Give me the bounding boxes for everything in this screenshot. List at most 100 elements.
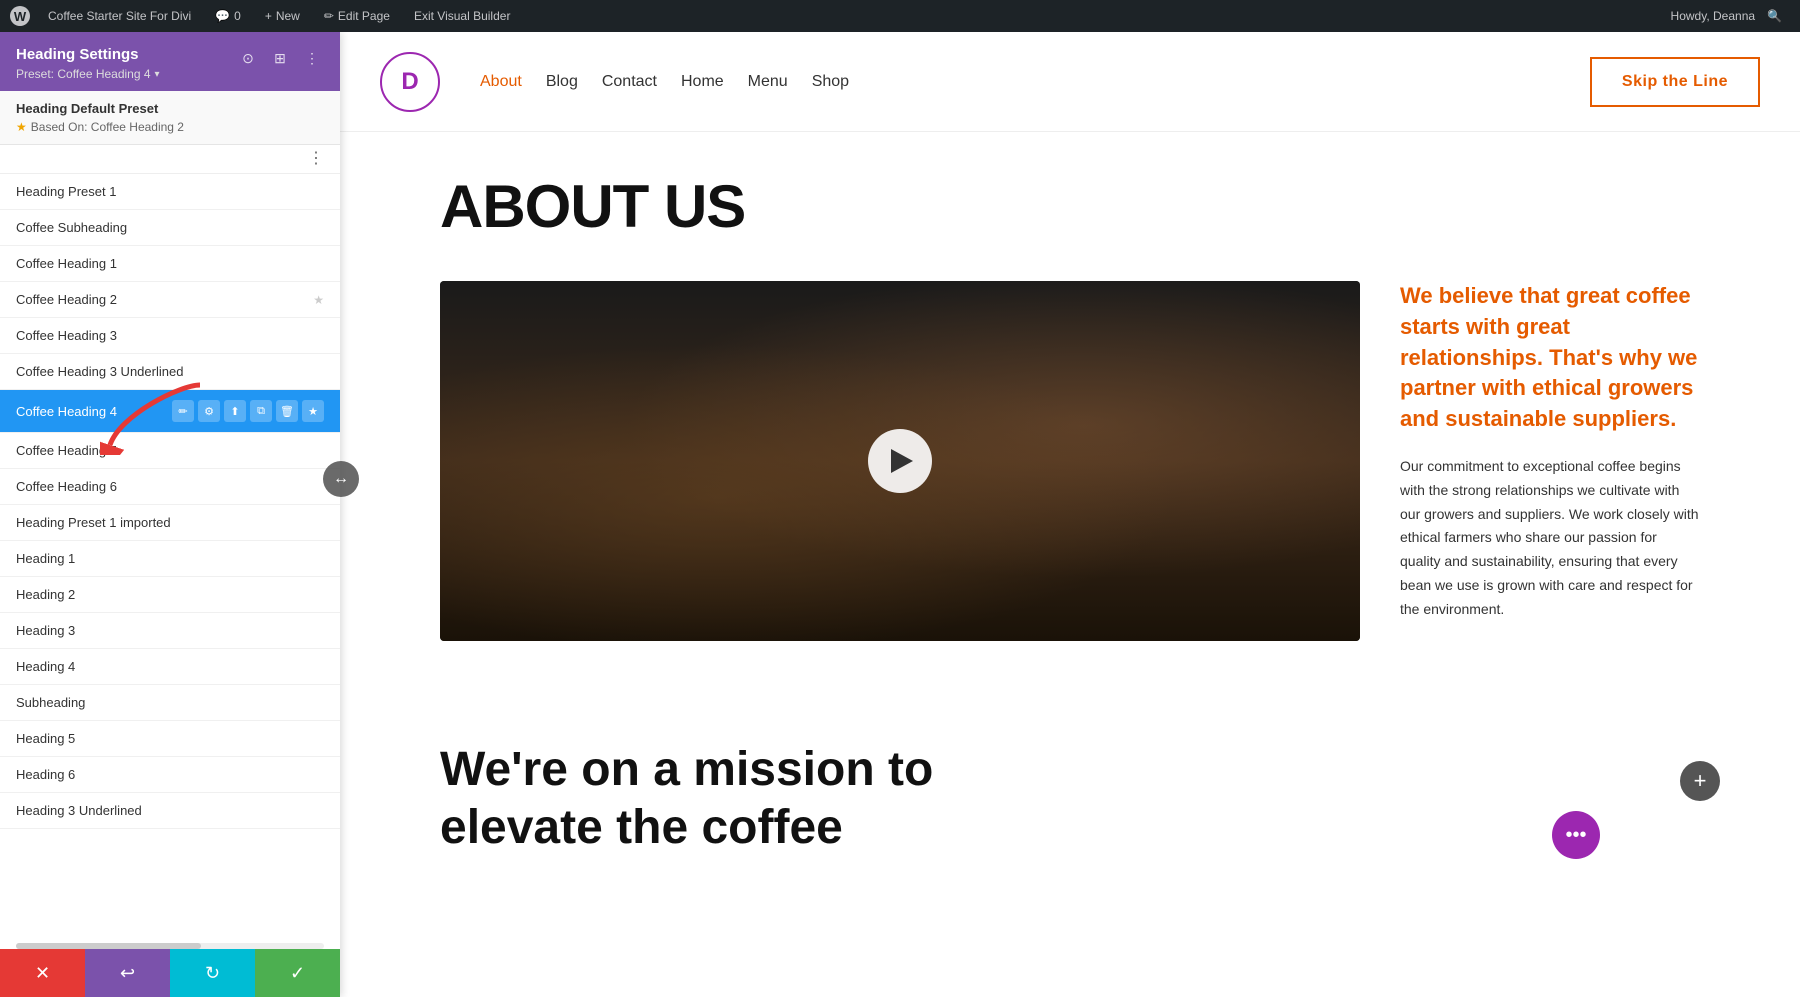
preset-item-heading-3[interactable]: Heading 3 <box>0 613 340 649</box>
preset-item-coffee-heading-3-underlined[interactable]: Coffee Heading 3 Underlined <box>0 354 340 390</box>
preset-item-heading-preset-1[interactable]: Heading Preset 1 <box>0 174 340 210</box>
more-actions-button[interactable]: ••• <box>1552 811 1600 859</box>
sidebar-title: Heading Settings <box>16 46 160 63</box>
preset-label-heading-5: Heading 5 <box>16 731 324 746</box>
sidebar-panel: Heading Settings Preset: Coffee Heading … <box>0 32 340 997</box>
page-content: ABOUT US We believe that great coffee st… <box>340 132 1800 741</box>
nav-home[interactable]: Home <box>681 73 724 91</box>
preset-item-subheading[interactable]: Subheading <box>0 685 340 721</box>
preset-label-coffee-heading-3: Coffee Heading 3 <box>16 328 324 343</box>
body-text: Our commitment to exceptional coffee beg… <box>1400 455 1700 622</box>
bottom-section: We're on a mission to elevate the coffee… <box>340 741 1800 896</box>
preset-label-coffee-heading-1: Coffee Heading 1 <box>16 256 324 271</box>
admin-exit-builder[interactable]: Exit Visual Builder <box>408 0 517 32</box>
wp-logo-icon[interactable]: W <box>10 6 30 26</box>
logo-letter: D <box>401 68 418 96</box>
video-container[interactable] <box>440 281 1360 641</box>
site-header: D About Blog Contact Home Menu Shop Skip… <box>340 32 1800 132</box>
admin-comments[interactable]: 💬 0 <box>209 0 247 32</box>
preset-label-coffee-heading-6: Coffee Heading 6 <box>16 479 324 494</box>
sidebar-header-left: Heading Settings Preset: Coffee Heading … <box>16 46 160 81</box>
nav-about[interactable]: About <box>480 73 522 91</box>
star-icon: ★ <box>16 120 27 134</box>
star-preset-btn[interactable]: ★ <box>302 400 324 422</box>
preset-label-text: Preset: Coffee Heading 4 <box>16 67 151 81</box>
sidebar-header-icons: ⊙ ⊞ ⋮ <box>236 46 324 70</box>
nav-contact[interactable]: Contact <box>602 73 657 91</box>
preset-label-coffee-heading-5: Coffee Heading 5 <box>16 443 324 458</box>
save-button[interactable]: ✓ <box>255 949 340 997</box>
redo-button[interactable]: ↻ <box>170 949 255 997</box>
admin-site-name[interactable]: Coffee Starter Site For Divi <box>42 0 197 32</box>
main-content: D About Blog Contact Home Menu Shop Skip… <box>340 32 1800 997</box>
settings-preset-btn[interactable]: ⚙ <box>198 400 220 422</box>
preset-label-heading-4: Heading 4 <box>16 659 324 674</box>
preset-item-heading-6[interactable]: Heading 6 <box>0 757 340 793</box>
mission-heading-line2: elevate the coffee <box>440 801 843 854</box>
skip-the-line-button[interactable]: Skip the Line <box>1590 57 1760 107</box>
preset-item-coffee-heading-4[interactable]: Coffee Heading 4✏⚙⬆⧉🗑★ <box>0 390 340 433</box>
preset-item-heading-4[interactable]: Heading 4 <box>0 649 340 685</box>
export-preset-btn[interactable]: ⬆ <box>224 400 246 422</box>
admin-new[interactable]: + New <box>259 0 306 32</box>
comment-icon: 💬 <box>215 9 230 23</box>
nav-menu[interactable]: Menu <box>748 73 788 91</box>
content-row: We believe that great coffee starts with… <box>440 281 1700 641</box>
preset-item-coffee-heading-3[interactable]: Coffee Heading 3 <box>0 318 340 354</box>
side-text: We believe that great coffee starts with… <box>1400 281 1700 622</box>
preset-item-heading-5[interactable]: Heading 5 <box>0 721 340 757</box>
preset-label-coffee-heading-2: Coffee Heading 2 <box>16 292 313 307</box>
grid-icon[interactable]: ⊞ <box>268 46 292 70</box>
undo-button[interactable]: ↩ <box>85 949 170 997</box>
nav-shop[interactable]: Shop <box>812 73 849 91</box>
chevron-down-icon: ▾ <box>155 69 160 80</box>
add-section-button[interactable]: + <box>1680 761 1720 801</box>
site-logo: D <box>380 52 440 112</box>
preset-label[interactable]: Preset: Coffee Heading 4 ▾ <box>16 67 160 81</box>
edit-preset-btn[interactable]: ✏ <box>172 400 194 422</box>
about-us-heading: ABOUT US <box>440 172 1700 241</box>
copy-preset-btn[interactable]: ⧉ <box>250 400 272 422</box>
preset-item-coffee-heading-6[interactable]: Coffee Heading 6 <box>0 469 340 505</box>
howdy-label: Howdy, Deanna <box>1671 9 1756 23</box>
cancel-button[interactable]: ✕ <box>0 949 85 997</box>
preset-item-coffee-subheading[interactable]: Coffee Subheading <box>0 210 340 246</box>
preset-label-heading-2: Heading 2 <box>16 587 324 602</box>
preset-star-icon: ★ <box>313 293 324 307</box>
preset-item-heading-2[interactable]: Heading 2 <box>0 577 340 613</box>
based-on-label: Based On: Coffee Heading 2 <box>31 120 184 134</box>
preset-label-coffee-heading-3-underlined: Coffee Heading 3 Underlined <box>16 364 324 379</box>
sidebar-footer: ✕ ↩ ↻ ✓ <box>0 949 340 997</box>
preset-item-heading-3-underlined[interactable]: Heading 3 Underlined <box>0 793 340 829</box>
preset-label-heading-3-underlined: Heading 3 Underlined <box>16 803 324 818</box>
comment-count: 0 <box>234 9 241 23</box>
admin-search-icon[interactable]: 🔍 <box>1759 9 1790 23</box>
preset-item-coffee-heading-5[interactable]: Coffee Heading 5 <box>0 433 340 469</box>
preset-label-heading-6: Heading 6 <box>16 767 324 782</box>
pencil-icon: ✏ <box>324 9 334 23</box>
highlight-text: We believe that great coffee starts with… <box>1400 281 1700 435</box>
toggle-sidebar-button[interactable]: ↔ <box>323 461 359 497</box>
admin-edit-page[interactable]: ✏ Edit Page <box>318 0 396 32</box>
mission-heading: We're on a mission to elevate the coffee <box>440 741 1700 856</box>
preset-item-coffee-heading-1[interactable]: Coffee Heading 1 <box>0 246 340 282</box>
preset-item-heading-preset-1-imported[interactable]: Heading Preset 1 imported <box>0 505 340 541</box>
preset-list: Heading Preset 1 Coffee Subheading Coffee … <box>0 174 340 943</box>
preset-section-header: ⋮ <box>0 145 340 174</box>
exit-builder-label: Exit Visual Builder <box>414 9 511 23</box>
preset-item-heading-1[interactable]: Heading 1 <box>0 541 340 577</box>
more-options-icon[interactable]: ⋮ <box>300 46 324 70</box>
edit-page-label: Edit Page <box>338 9 390 23</box>
default-preset-title: Heading Default Preset <box>16 101 324 116</box>
three-dots-menu-icon[interactable]: ⋮ <box>308 151 324 167</box>
preset-label-heading-preset-1: Heading Preset 1 <box>16 184 324 199</box>
focus-icon[interactable]: ⊙ <box>236 46 260 70</box>
delete-preset-btn[interactable]: 🗑 <box>276 400 298 422</box>
default-preset-based: ★ Based On: Coffee Heading 2 <box>16 120 324 134</box>
site-header-right: Skip the Line <box>1590 57 1760 107</box>
site-name-label: Coffee Starter Site For Divi <box>48 9 191 23</box>
preset-item-coffee-heading-2[interactable]: Coffee Heading 2★ <box>0 282 340 318</box>
nav-blog[interactable]: Blog <box>546 73 578 91</box>
main-layout: Heading Settings Preset: Coffee Heading … <box>0 32 1800 997</box>
play-button[interactable] <box>868 429 932 493</box>
